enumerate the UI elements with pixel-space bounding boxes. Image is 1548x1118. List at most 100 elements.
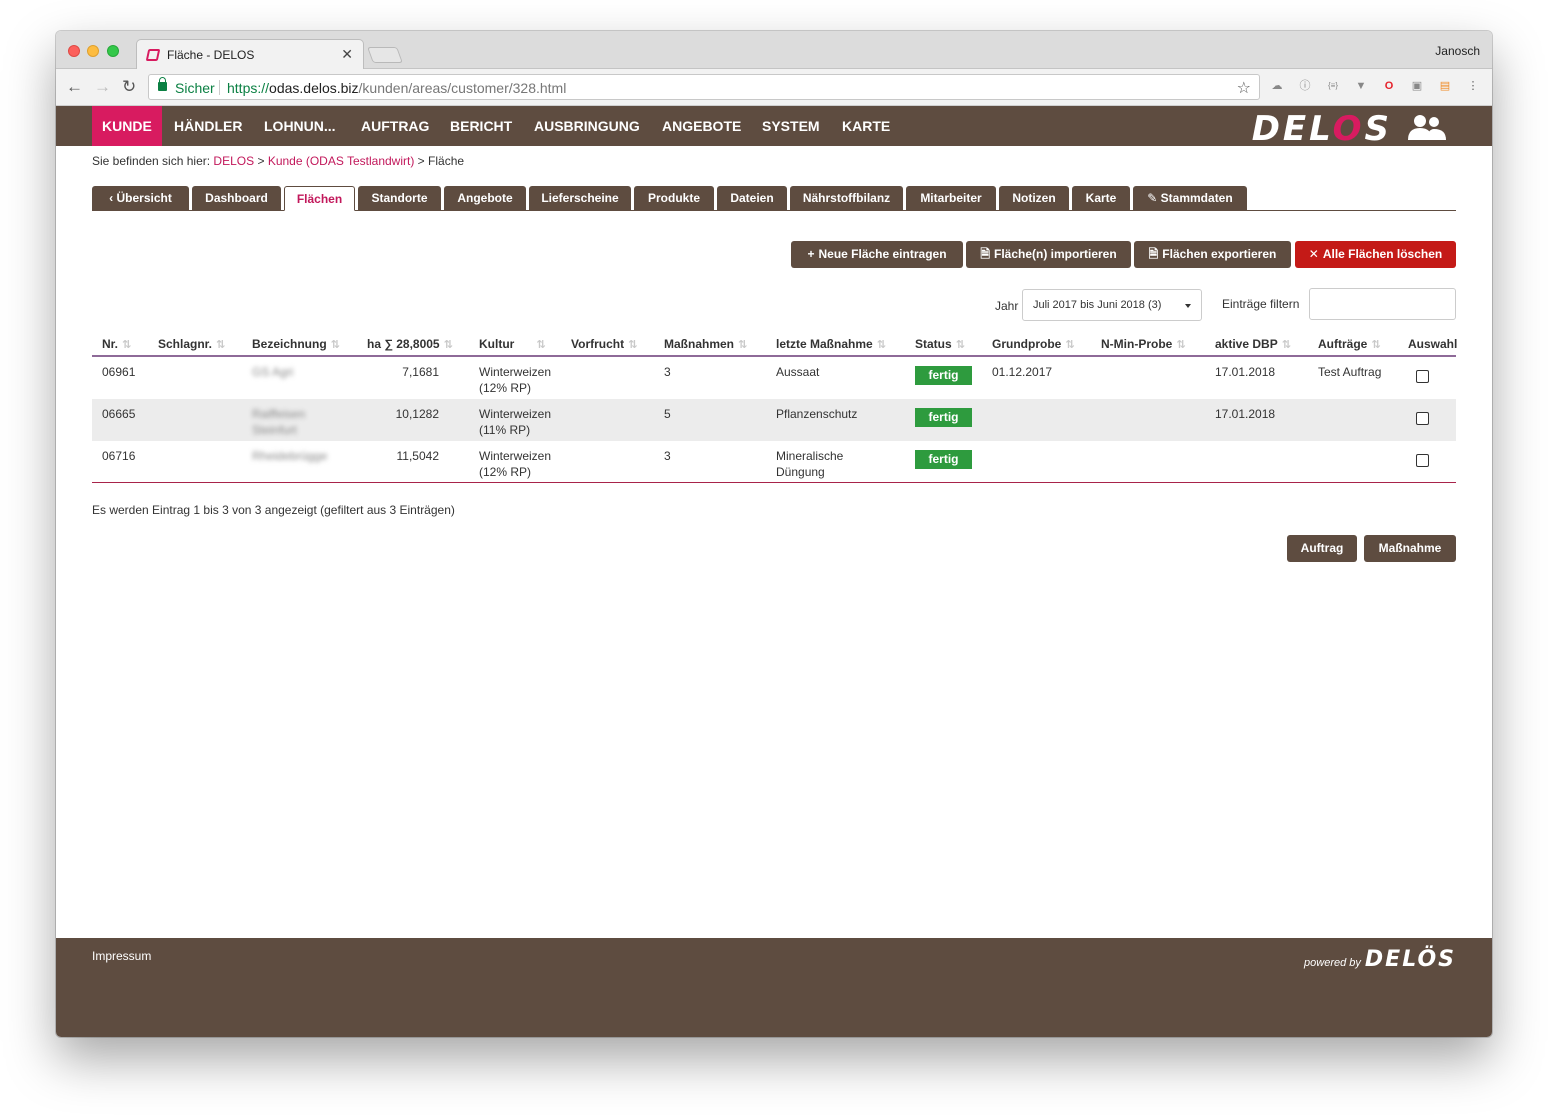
massnahme-button[interactable]: Maßnahme: [1364, 535, 1456, 562]
breadcrumb-prefix: Sie befinden sich hier:: [92, 154, 211, 168]
nav-kunde[interactable]: KUNDE: [92, 106, 162, 146]
th-status[interactable]: Status ⇅: [915, 337, 965, 351]
tab-produkte[interactable]: Produkte: [634, 186, 714, 211]
impressum-link[interactable]: Impressum: [92, 949, 151, 963]
vue-extension-icon[interactable]: ▼: [1354, 79, 1368, 93]
table-row[interactable]: 06665 Raiffeisen Steinfurt 10,1282 Winte…: [92, 399, 1456, 441]
nav-bericht[interactable]: BERICHT: [440, 106, 522, 146]
forward-arrow-icon[interactable]: →: [94, 77, 111, 97]
more-menu-icon[interactable]: ⋮: [1466, 79, 1480, 93]
opera-extension-icon[interactable]: O: [1382, 79, 1396, 93]
screenshot-extension-icon[interactable]: ▣: [1410, 79, 1424, 93]
delos-logo[interactable]: DELOS: [1252, 109, 1392, 149]
tab-dashboard[interactable]: Dashboard: [192, 186, 281, 211]
browser-titlebar: Fläche - DELOS ✕ Janosch: [56, 31, 1492, 70]
tab-mitarbeiter[interactable]: Mitarbeiter: [906, 186, 996, 211]
profile-name[interactable]: Janosch: [1435, 44, 1480, 58]
breadcrumb-delos[interactable]: DELOS: [213, 154, 254, 168]
th-nr[interactable]: Nr. ⇅: [102, 337, 131, 351]
kultur-line-1: Winterweizen: [479, 407, 552, 421]
cell-auftraege[interactable]: Test Auftrag: [1318, 364, 1381, 380]
row-select-checkbox[interactable]: [1416, 454, 1429, 467]
info-extension-icon[interactable]: ⓘ: [1298, 79, 1312, 93]
breadcrumb-kunde[interactable]: Kunde (ODAS Testlandwirt): [268, 154, 415, 168]
url-path: /kunden/areas/customer/328.html: [358, 80, 567, 96]
tab-lieferscheine[interactable]: Lieferscheine: [529, 186, 631, 211]
letzte-line-1: Aussaat: [776, 365, 820, 379]
tab-flaechen[interactable]: Flächen: [284, 186, 355, 211]
table-info-text: Es werden Eintrag 1 bis 3 von 3 angezeig…: [92, 503, 455, 517]
th-auftraege[interactable]: Aufträge ⇅: [1318, 337, 1381, 351]
sort-icon: ⇅: [536, 339, 546, 351]
th-ha[interactable]: ha ∑ 28,8005 ⇅: [367, 337, 453, 351]
row-select-checkbox[interactable]: [1416, 412, 1429, 425]
back-arrow-icon[interactable]: ←: [66, 77, 83, 97]
th-kultur[interactable]: Kultur ⇅: [479, 337, 546, 351]
sort-icon: ⇅: [1371, 339, 1381, 351]
nav-karte[interactable]: KARTE: [832, 106, 900, 146]
table-row[interactable]: 06716 Rheidebrügge 11,5042 Winterweizen (…: [92, 441, 1456, 483]
nav-angebote[interactable]: ANGEBOTE: [652, 106, 751, 146]
lock-icon: [158, 77, 167, 91]
json-extension-icon[interactable]: {≡}: [1326, 79, 1340, 93]
th-nmin-probe[interactable]: N-Min-Probe ⇅: [1101, 337, 1186, 351]
nav-ausbringung[interactable]: AUSBRINGUNG: [524, 106, 650, 146]
nav-system[interactable]: SYSTEM: [752, 106, 830, 146]
nav-lohnunternehmer[interactable]: LOHNUN...: [254, 106, 346, 146]
tab-naehrstoffbilanz[interactable]: Nährstoffbilanz: [790, 186, 903, 211]
letzte-line-1: Pflanzenschutz: [776, 407, 858, 421]
powered-by-logo: powered by DELÖS: [1304, 947, 1456, 972]
close-window-button[interactable]: [68, 45, 80, 57]
th-bezeichnung[interactable]: Bezeichnung ⇅: [252, 337, 340, 351]
year-select[interactable]: Juli 2017 bis Juni 2018 (3): [1022, 289, 1202, 321]
tab-dateien[interactable]: Dateien: [717, 186, 787, 211]
minimize-window-button[interactable]: [87, 45, 99, 57]
delete-all-areas-button[interactable]: ✕ Alle Flächen löschen: [1295, 241, 1456, 268]
calculator-extension-icon[interactable]: ▤: [1438, 79, 1452, 93]
tab-uebersicht[interactable]: ‹ Übersicht: [92, 186, 189, 211]
th-vorfrucht[interactable]: Vorfrucht ⇅: [571, 337, 637, 351]
delos-favicon-icon: [145, 49, 161, 61]
maximize-window-button[interactable]: [107, 45, 119, 57]
browser-tab[interactable]: Fläche - DELOS ✕: [136, 39, 364, 70]
cell-kultur: Winterweizen (11% RP): [479, 406, 551, 438]
tab-angebote[interactable]: Angebote: [444, 186, 526, 211]
th-label: ha ∑ 28,8005: [367, 337, 440, 351]
th-label: Kultur: [479, 337, 515, 351]
plus-icon: +: [807, 247, 815, 261]
th-letzte-massnahme[interactable]: letzte Maßnahme ⇅: [776, 337, 886, 351]
powered-by-text: powered by: [1304, 957, 1361, 969]
filter-label: Einträge filtern: [1222, 297, 1300, 311]
auftrag-button[interactable]: Auftrag: [1287, 535, 1357, 562]
close-tab-icon[interactable]: ✕: [341, 46, 353, 63]
table-row[interactable]: 06961 GS Agri 7,1681 Winterweizen (12% RP…: [92, 357, 1456, 399]
tab-notizen[interactable]: Notizen: [999, 186, 1069, 211]
import-areas-button[interactable]: 🗎 Fläche(n) importieren: [966, 241, 1131, 268]
row-select-checkbox[interactable]: [1416, 370, 1429, 383]
cloud-extension-icon[interactable]: ☁: [1270, 79, 1284, 93]
users-icon[interactable]: [1406, 114, 1448, 140]
cell-ha: 10,1282: [395, 407, 439, 421]
areas-table: Nr. ⇅ Schlagnr. ⇅ Bezeichnung ⇅ ha ∑ 28,800…: [92, 333, 1457, 483]
cell-kultur: Winterweizen (12% RP): [479, 364, 551, 396]
th-grundprobe[interactable]: Grundprobe ⇅: [992, 337, 1075, 351]
th-label: aktive DBP: [1215, 337, 1278, 351]
tab-karte[interactable]: Karte: [1072, 186, 1130, 211]
url-text[interactable]: https://odas.delos.biz/kunden/areas/cust…: [227, 80, 566, 96]
th-aktive-dbp[interactable]: aktive DBP ⇅: [1215, 337, 1291, 351]
bookmark-star-icon[interactable]: ☆: [1237, 78, 1251, 98]
address-bar[interactable]: Sicher https://odas.delos.biz/kunden/are…: [148, 74, 1260, 100]
tab-stammdaten[interactable]: ✎ Stammdaten: [1133, 186, 1247, 211]
tab-standorte[interactable]: Standorte: [358, 186, 441, 211]
new-area-button[interactable]: + Neue Fläche eintragen: [791, 241, 963, 268]
cell-kultur: Winterweizen (12% RP): [479, 448, 551, 480]
th-label: Vorfrucht: [571, 337, 625, 351]
nav-auftrag[interactable]: AUFTRAG: [351, 106, 439, 146]
filter-input[interactable]: [1309, 288, 1456, 320]
reload-icon[interactable]: ↻: [122, 77, 136, 97]
nav-haendler[interactable]: HÄNDLER: [164, 106, 252, 146]
new-tab-button[interactable]: [367, 47, 403, 63]
th-massnahmen[interactable]: Maßnahmen ⇅: [664, 337, 747, 351]
export-areas-button[interactable]: 🗎 Flächen exportieren: [1134, 241, 1291, 268]
th-schlagnr[interactable]: Schlagnr. ⇅: [158, 337, 225, 351]
